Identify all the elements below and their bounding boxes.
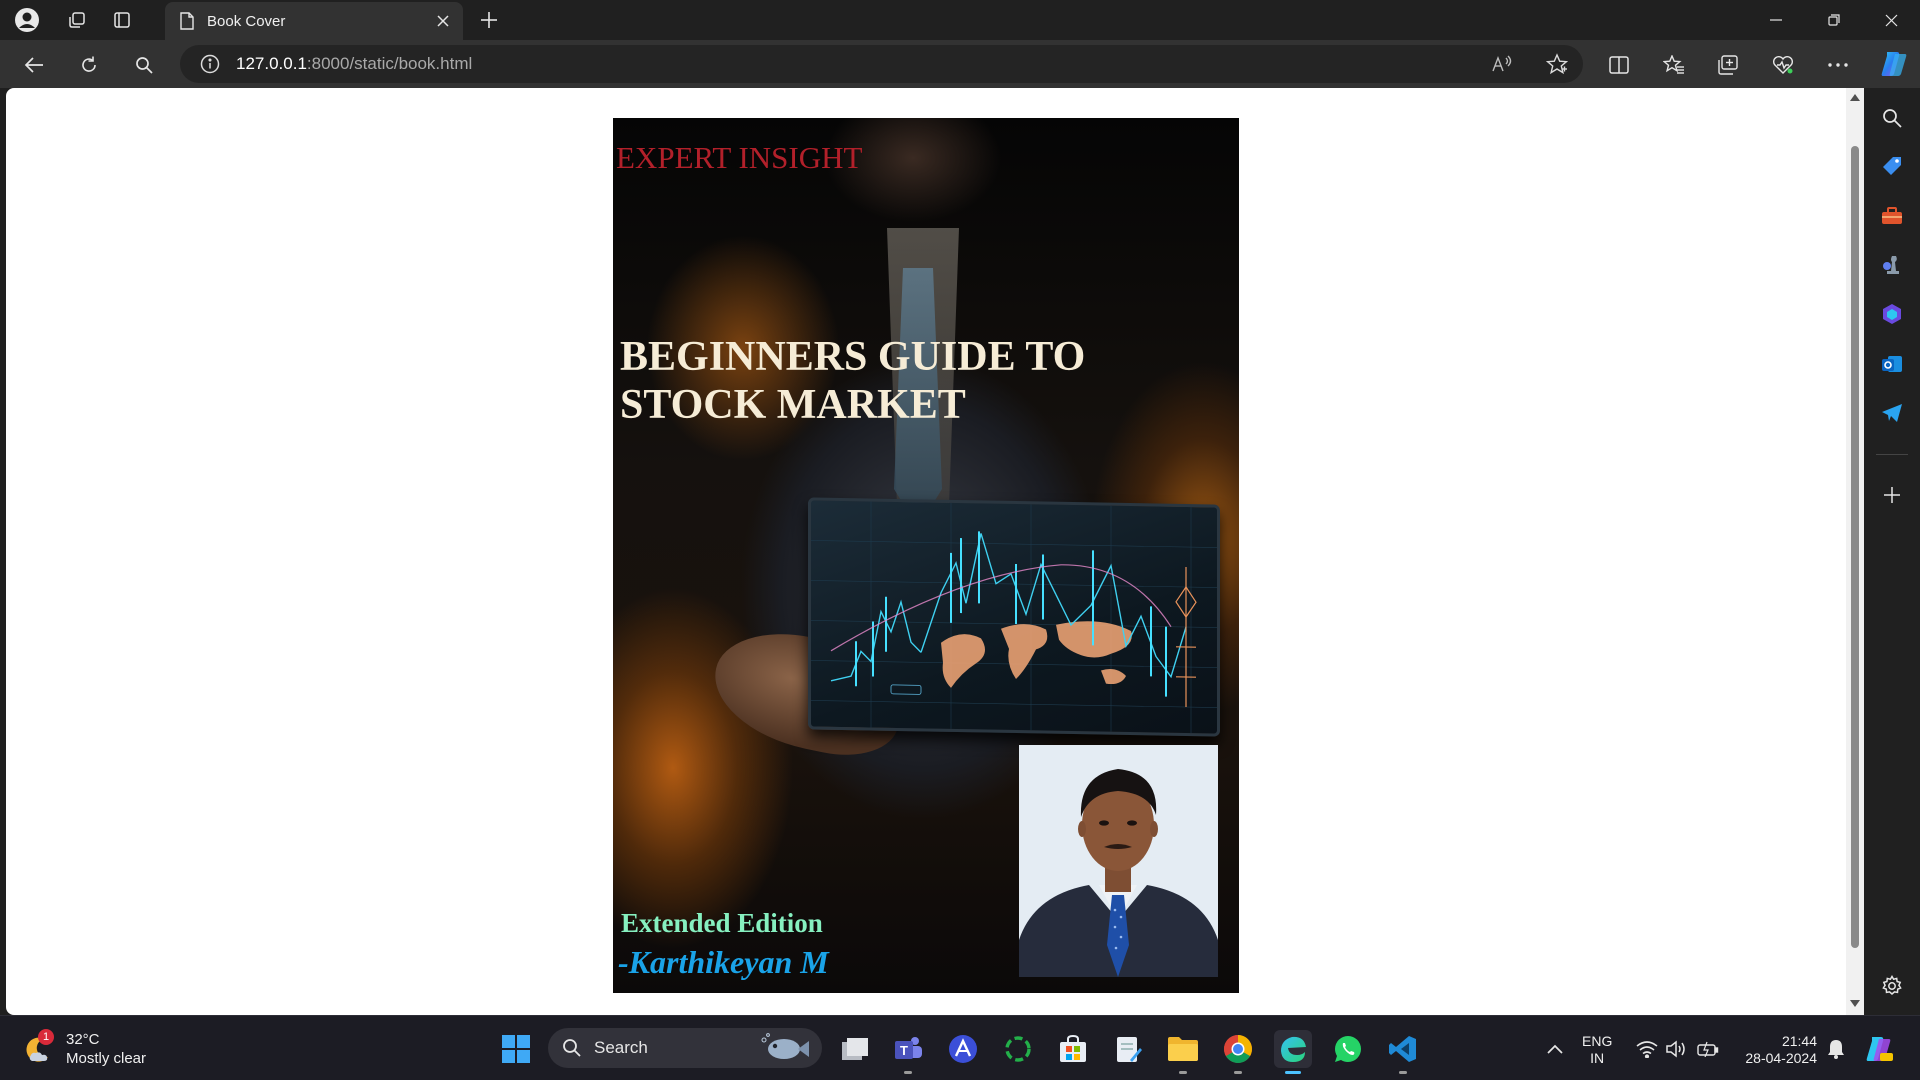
close-icon[interactable] [429,7,457,35]
temperature: 32°C [66,1031,100,1048]
read-aloud-icon[interactable] [1485,47,1519,81]
windows-taskbar: 1 32°C Mostly clear Search T ENG IN 21:4… [0,1015,1920,1080]
search-placeholder: Search [594,1038,648,1057]
running-indicator [1399,1071,1407,1074]
workspaces-icon[interactable] [63,6,91,34]
more-icon[interactable] [1821,48,1855,82]
page-icon [179,12,195,30]
region-code: IN [1590,1050,1605,1066]
weather-alert-badge: 1 [38,1029,54,1045]
chrome-icon[interactable] [1219,1030,1257,1074]
url-host: 127.0.0.1 [236,54,307,73]
restore-icon[interactable] [1805,0,1863,40]
notepad-icon[interactable] [1109,1030,1147,1068]
search-icon[interactable] [127,48,161,82]
profile-icon[interactable] [13,6,41,34]
stock-chart-tablet-image [808,497,1220,737]
series-label: EXPERT INSIGHT [616,140,863,175]
copilot-icon[interactable] [1878,48,1910,80]
browser-essentials-icon[interactable] [1766,48,1800,82]
file-explorer-icon[interactable] [836,1030,874,1068]
favorite-star-icon[interactable] [1540,47,1574,81]
refresh-icon[interactable] [72,48,106,82]
search-icon [562,1038,582,1058]
battery-icon[interactable] [1689,1030,1727,1068]
collections-icon[interactable] [1711,48,1745,82]
book-title: BEGINNERS GUIDE TO STOCK MARKET [620,334,1086,428]
svg-text:T: T [900,1043,908,1058]
browser-toolbar: 127.0.0.1:8000/static/book.html [0,40,1920,88]
scroll-thumb[interactable] [1851,146,1859,948]
weather-condition: Mostly clear [66,1050,147,1067]
info-icon[interactable] [200,54,220,74]
clock-time: 21:44 [1781,1033,1817,1049]
app-icon[interactable] [944,1030,982,1068]
copilot-app-icon[interactable] [1878,300,1906,328]
window-close-icon[interactable] [1862,0,1920,40]
settings-icon[interactable] [1878,972,1906,1000]
tab-book-cover[interactable]: Book Cover [165,2,463,40]
language-code: ENG [1582,1033,1613,1049]
edition-label: Extended Edition [621,908,823,938]
copilot-taskbar-icon[interactable] [1860,1030,1898,1068]
weather-widget[interactable]: 1 32°C Mostly clear [22,1029,147,1068]
chevron-up-icon[interactable] [1536,1030,1574,1068]
author-name: -Karthikeyan M [618,944,829,980]
browser-title-bar: Book Cover [0,0,1920,40]
system-clock[interactable]: 21:44 28-04-2024 [1732,1033,1817,1067]
book-cover: EXPERT INSIGHT BEGINNERS GUIDE TO STOCK … [613,118,1239,993]
plus-icon[interactable] [475,6,503,34]
whatsapp-icon[interactable] [1329,1030,1367,1068]
input-language[interactable]: ENG IN [1582,1033,1612,1067]
favorites-icon[interactable] [1657,48,1691,82]
telegram-icon[interactable] [1878,399,1906,427]
minimize-icon[interactable] [1747,0,1805,40]
loader-icon[interactable] [999,1030,1037,1068]
weather-moon-icon: 1 [22,1029,54,1065]
search-icon[interactable] [1878,104,1906,132]
scroll-up-arrow-icon[interactable] [1850,94,1860,101]
store-icon[interactable] [1054,1030,1092,1068]
notification-bell-icon[interactable] [1817,1030,1855,1068]
windows-start-icon[interactable] [502,1035,530,1068]
outlook-icon[interactable] [1878,350,1906,378]
games-icon[interactable] [1878,251,1906,279]
tag-icon[interactable] [1878,152,1906,180]
toolbox-icon[interactable] [1878,202,1906,230]
page-viewport: EXPERT INSIGHT BEGINNERS GUIDE TO STOCK … [6,88,1846,1015]
running-indicator [1179,1071,1187,1074]
scroll-down-arrow-icon[interactable] [1850,1000,1860,1007]
teams-icon[interactable]: T [889,1030,927,1074]
tab-title: Book Cover [207,12,286,30]
address-bar[interactable]: 127.0.0.1:8000/static/book.html [180,45,1583,83]
taskbar-search-box[interactable]: Search [548,1028,822,1068]
author-photo [1019,745,1218,977]
sidebar-divider [1876,454,1908,455]
url-path: :8000/static/book.html [306,54,473,73]
edge-sidebar [1864,88,1920,1015]
running-indicator [904,1071,912,1074]
vertical-scrollbar[interactable] [1846,88,1864,1015]
running-indicator [1234,1071,1242,1074]
edge-icon[interactable] [1274,1030,1312,1074]
vscode-icon[interactable] [1384,1030,1422,1074]
plus-icon[interactable] [1878,481,1906,509]
split-screen-icon[interactable] [1602,48,1636,82]
tab-actions-icon[interactable] [108,6,136,34]
search-highlight-fish-icon [760,1032,810,1064]
back-arrow-icon[interactable] [17,48,51,82]
folder-icon[interactable] [1164,1030,1202,1074]
active-indicator [1285,1071,1301,1074]
clock-date: 28-04-2024 [1745,1050,1817,1066]
